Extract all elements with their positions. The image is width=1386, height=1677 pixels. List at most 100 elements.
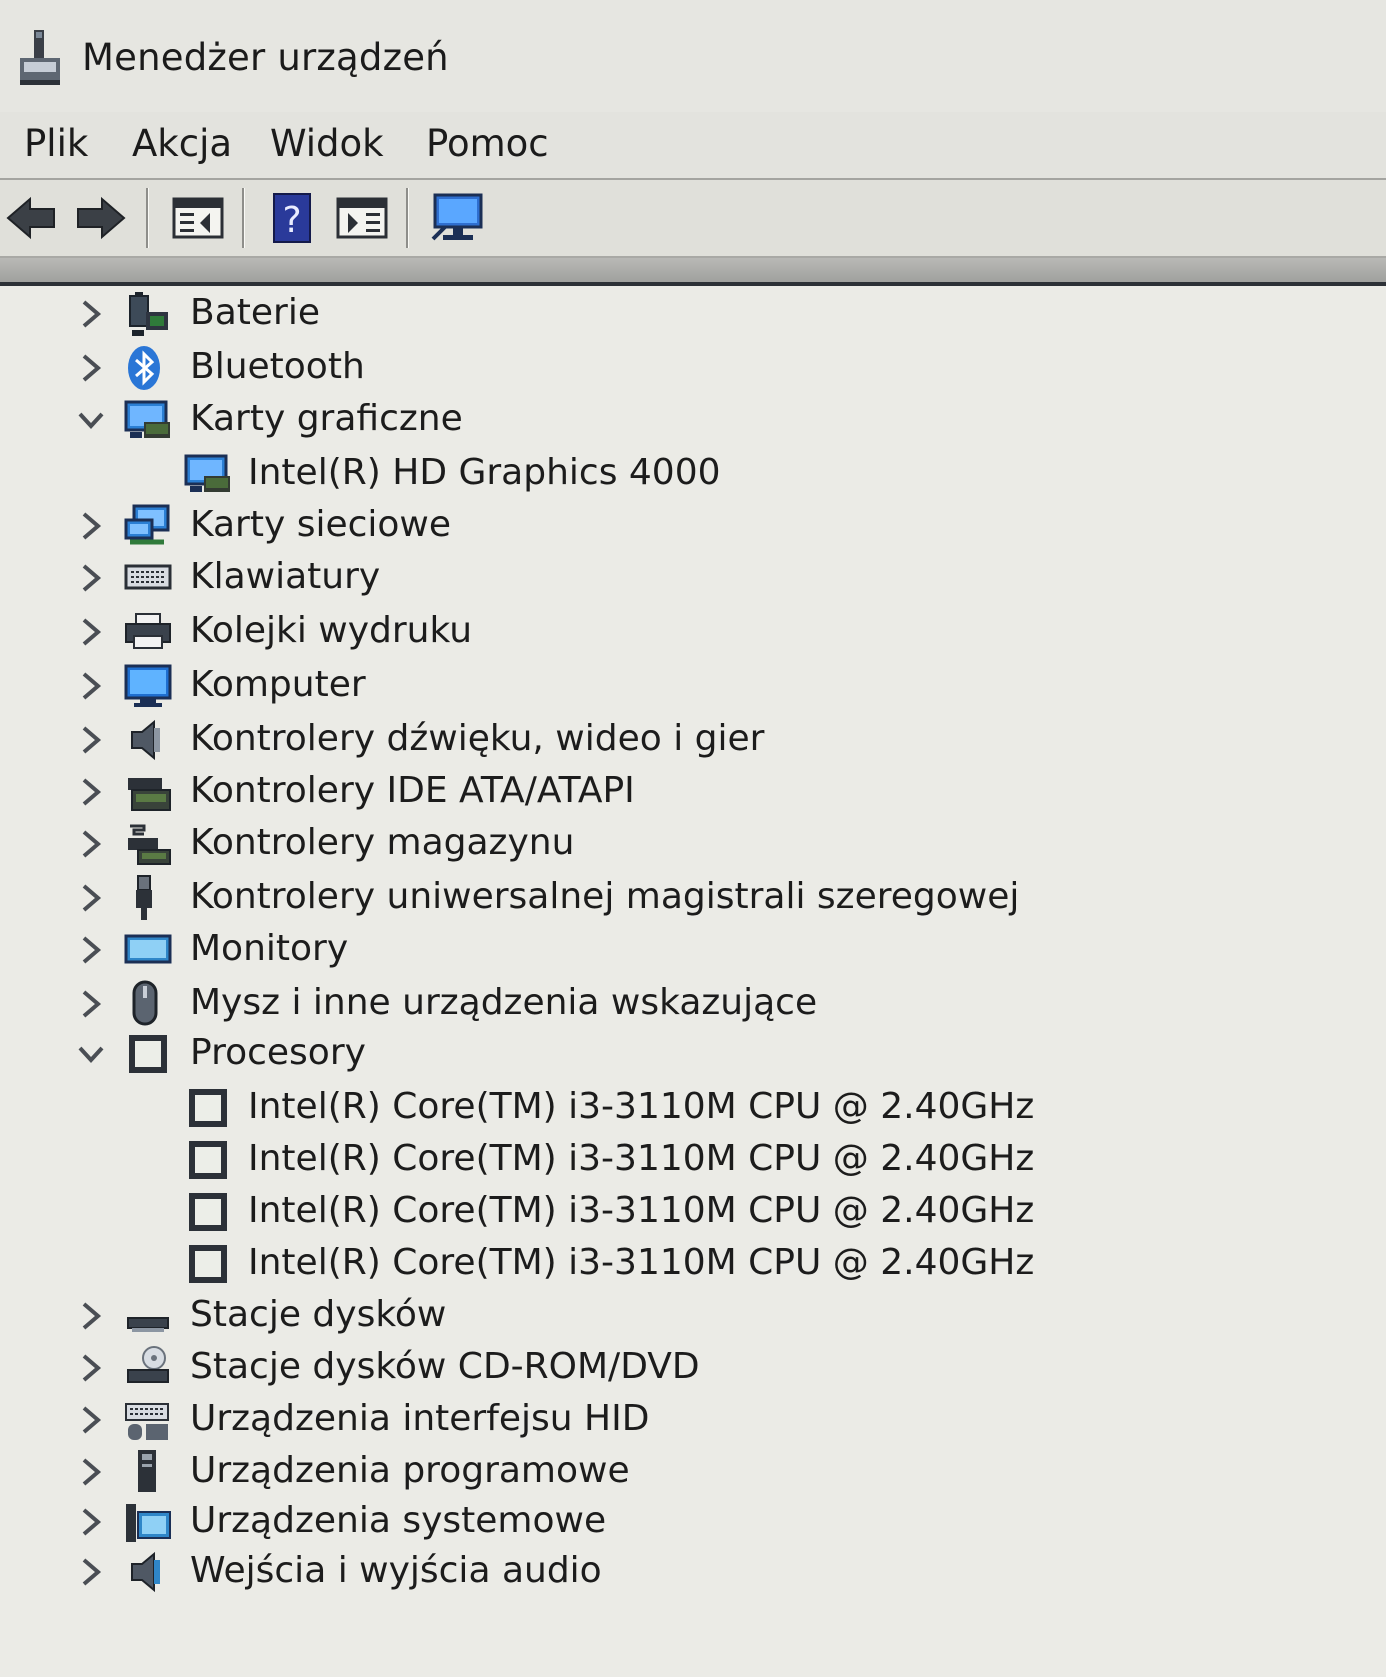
tree-node-mysz[interactable]: Mysz i inne urządzenia wskazujące	[0, 978, 1386, 1030]
toolbar-divider	[0, 256, 1386, 287]
tree-node-baterie[interactable]: Baterie	[0, 288, 1386, 340]
help-icon: ?	[273, 193, 311, 243]
device-manager-window: Menedżer urządzeń Plik Akcja Widok Pomoc	[0, 0, 1386, 1677]
toolbar-separator	[406, 188, 408, 248]
tree-node-label: Kolejki wydruku	[190, 610, 473, 651]
chevron-right-icon[interactable]	[76, 558, 106, 598]
tree-node-urzadzenia-systemowe[interactable]: Urządzenia systemowe	[0, 1496, 1386, 1548]
tree-leaf-cpu[interactable]: Intel(R) Core(TM) i3-3110M CPU @ 2.40GHz	[0, 1082, 1386, 1134]
tree-node-label: Kontrolery magazynu	[190, 822, 575, 863]
chevron-right-icon[interactable]	[76, 348, 106, 388]
chevron-right-icon[interactable]	[76, 984, 106, 1024]
chevron-right-icon[interactable]	[76, 772, 106, 812]
tree-node-label: Intel(R) Core(TM) i3-3110M CPU @ 2.40GHz	[248, 1138, 1035, 1179]
bluetooth-icon	[124, 344, 172, 392]
chevron-right-icon[interactable]	[76, 294, 106, 334]
svg-text:?: ?	[282, 200, 301, 241]
back-icon	[6, 196, 55, 240]
chevron-right-icon[interactable]	[76, 1296, 106, 1336]
tree-node-hid[interactable]: Urządzenia interfejsu HID	[0, 1394, 1386, 1446]
audio-io-icon	[124, 1548, 172, 1596]
tree-node-kontrolery-ide[interactable]: Kontrolery IDE ATA/ATAPI	[0, 766, 1386, 818]
tree-node-kontrolery-dzwieku[interactable]: Kontrolery dźwięku, wideo i gier	[0, 714, 1386, 766]
toolbar: ?	[0, 180, 1386, 256]
tree-node-kolejki-wydruku[interactable]: Kolejki wydruku	[0, 606, 1386, 658]
monitor-icon	[124, 926, 172, 974]
tree-node-label: Bluetooth	[190, 346, 365, 387]
window-title: Menedżer urządzeń	[82, 36, 449, 79]
processor-icon	[184, 1240, 232, 1288]
chevron-right-icon[interactable]	[76, 666, 106, 706]
tree-node-label: Komputer	[190, 664, 366, 705]
chevron-down-icon[interactable]	[76, 1034, 106, 1074]
tree-node-label: Intel(R) Core(TM) i3-3110M CPU @ 2.40GHz	[248, 1086, 1035, 1127]
chevron-right-icon[interactable]	[76, 720, 106, 760]
tree-leaf-cpu[interactable]: Intel(R) Core(TM) i3-3110M CPU @ 2.40GHz	[0, 1134, 1386, 1186]
toolbar-separator	[146, 188, 148, 248]
tree-node-label: Wejścia i wyjścia audio	[190, 1550, 602, 1591]
disk-drive-icon	[124, 1292, 172, 1340]
tree-node-stacje-dyskow[interactable]: Stacje dysków	[0, 1290, 1386, 1342]
processor-icon	[184, 1084, 232, 1132]
chevron-down-icon[interactable]	[76, 400, 106, 440]
tree-node-label: Kontrolery dźwięku, wideo i gier	[190, 718, 765, 759]
tree-leaf-intel-hd-graphics[interactable]: Intel(R) HD Graphics 4000	[0, 448, 1386, 500]
tree-node-stacje-cd-dvd[interactable]: Stacje dysków CD-ROM/DVD	[0, 1342, 1386, 1394]
tree-node-komputer[interactable]: Komputer	[0, 660, 1386, 712]
forward-button[interactable]	[72, 190, 128, 246]
chevron-right-icon[interactable]	[76, 506, 106, 546]
tree-node-monitory[interactable]: Monitory	[0, 924, 1386, 976]
tree-node-label: Stacje dysków CD-ROM/DVD	[190, 1346, 700, 1387]
usb-icon	[124, 874, 172, 922]
properties-button[interactable]	[170, 190, 226, 246]
tree-node-label: Monitory	[190, 928, 349, 969]
mouse-icon	[124, 980, 172, 1028]
tree-node-karty-graficzne[interactable]: Karty graficzne	[0, 394, 1386, 446]
hid-icon	[124, 1396, 172, 1444]
menu-pomoc[interactable]: Pomoc	[424, 122, 551, 165]
menu-widok[interactable]: Widok	[268, 122, 386, 165]
menu-plik[interactable]: Plik	[22, 122, 90, 165]
chevron-right-icon[interactable]	[76, 878, 106, 918]
tree-node-urzadzenia-programowe[interactable]: Urządzenia programowe	[0, 1446, 1386, 1498]
update-driver-button[interactable]	[334, 190, 390, 246]
chevron-right-icon[interactable]	[76, 930, 106, 970]
device-tree: Baterie Bluetooth Karty graficzne Intel(…	[0, 286, 1386, 1677]
title-bar: Menedżer urządzeń	[0, 0, 1386, 112]
speaker-icon	[124, 716, 172, 764]
properties-icon	[172, 197, 224, 239]
tree-node-karty-sieciowe[interactable]: Karty sieciowe	[0, 500, 1386, 552]
menu-akcja[interactable]: Akcja	[130, 122, 234, 165]
tree-node-label: Urządzenia programowe	[190, 1450, 630, 1491]
tree-node-label: Klawiatury	[190, 556, 381, 597]
tree-node-procesory[interactable]: Procesory	[0, 1028, 1386, 1080]
help-button[interactable]: ?	[264, 190, 320, 246]
ide-controller-icon	[124, 768, 172, 816]
chevron-right-icon[interactable]	[76, 612, 106, 652]
tree-node-label: Baterie	[190, 292, 320, 333]
tree-node-kontrolery-usb[interactable]: Kontrolery uniwersalnej magistrali szere…	[0, 872, 1386, 924]
tree-node-label: Urządzenia systemowe	[190, 1500, 607, 1541]
tree-node-kontrolery-magazynu[interactable]: Kontrolery magazynu	[0, 818, 1386, 870]
chevron-right-icon[interactable]	[76, 824, 106, 864]
scan-hardware-button[interactable]	[430, 190, 486, 246]
tree-node-label: Intel(R) Core(TM) i3-3110M CPU @ 2.40GHz	[248, 1242, 1035, 1283]
tree-leaf-cpu[interactable]: Intel(R) Core(TM) i3-3110M CPU @ 2.40GHz	[0, 1186, 1386, 1238]
chevron-right-icon[interactable]	[76, 1502, 106, 1542]
back-button[interactable]	[4, 190, 60, 246]
tree-node-klawiatury[interactable]: Klawiatury	[0, 552, 1386, 604]
chevron-right-icon[interactable]	[76, 1552, 106, 1592]
network-adapter-icon	[124, 502, 172, 550]
tree-node-label: Karty graficzne	[190, 398, 463, 439]
system-device-icon	[124, 1498, 172, 1546]
tree-node-wejscia-wyjscia-audio[interactable]: Wejścia i wyjścia audio	[0, 1546, 1386, 1598]
dvd-drive-icon	[124, 1344, 172, 1392]
tree-node-label: Intel(R) Core(TM) i3-3110M CPU @ 2.40GHz	[248, 1190, 1035, 1231]
chevron-right-icon[interactable]	[76, 1348, 106, 1388]
chevron-right-icon[interactable]	[76, 1452, 106, 1492]
tree-leaf-cpu[interactable]: Intel(R) Core(TM) i3-3110M CPU @ 2.40GHz	[0, 1238, 1386, 1290]
tree-node-bluetooth[interactable]: Bluetooth	[0, 342, 1386, 394]
battery-icon	[124, 290, 172, 338]
chevron-right-icon[interactable]	[76, 1400, 106, 1440]
tree-node-label: Intel(R) HD Graphics 4000	[248, 452, 721, 493]
